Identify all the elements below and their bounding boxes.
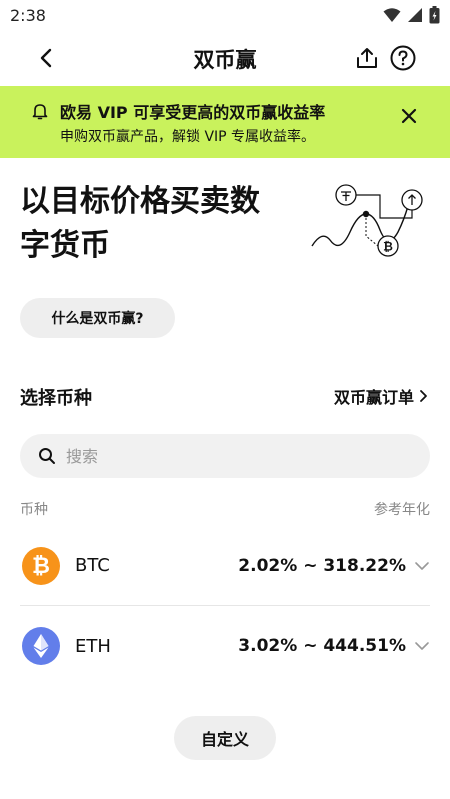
- share-icon: [357, 48, 377, 68]
- banner-title: 欧易 VIP 可享受更高的双币赢收益率: [60, 103, 326, 122]
- battery-icon: [429, 6, 440, 24]
- coin-apr-range: 3.02% ~ 444.51%: [238, 636, 406, 656]
- chevron-right-icon: [420, 390, 427, 402]
- what-is-dual-investment-button[interactable]: 什么是双币赢?: [20, 298, 175, 338]
- help-icon: [390, 45, 416, 71]
- chevron-down-icon: [415, 642, 429, 650]
- custom-button[interactable]: 自定义: [174, 716, 276, 760]
- hero-title: 以目标价格买卖数字货币: [20, 184, 260, 263]
- status-icons: [383, 6, 440, 24]
- coin-row-btc[interactable]: ₿ BTC 2.02% ~ 318.22%: [20, 526, 430, 606]
- column-header-coin: 币种: [20, 502, 48, 518]
- svg-text:₿: ₿: [383, 240, 393, 254]
- help-button[interactable]: [388, 43, 418, 73]
- bitcoin-icon: ₿: [22, 546, 60, 585]
- banner-close-button[interactable]: [396, 103, 422, 129]
- column-header-apr: 参考年化: [374, 502, 430, 518]
- price-chart-illustration: ₿: [311, 184, 423, 257]
- nav-bar: 双币赢: [0, 32, 450, 84]
- vip-banner[interactable]: 欧易 VIP 可享受更高的双币赢收益率 申购双币赢产品，解锁 VIP 专属收益率…: [0, 86, 450, 158]
- close-icon: [401, 108, 417, 124]
- wifi-icon: [383, 8, 401, 22]
- share-button[interactable]: [352, 43, 382, 73]
- coin-symbol: BTC: [75, 555, 110, 576]
- orders-link-label: 双币赢订单: [333, 388, 414, 407]
- status-time: 2:38: [10, 6, 46, 25]
- coin-symbol: ETH: [75, 635, 111, 657]
- search-input[interactable]: [66, 446, 396, 466]
- search-icon: [39, 448, 55, 464]
- coin-apr-range: 2.02% ~ 318.22%: [238, 555, 406, 576]
- coin-row-eth[interactable]: ETH 3.02% ~ 444.51%: [20, 606, 430, 686]
- banner-subtitle: 申购双币赢产品，解锁 VIP 专属收益率。: [60, 129, 316, 145]
- status-bar: 2:38: [0, 0, 450, 32]
- ethereum-icon: [22, 627, 60, 665]
- search-bar[interactable]: [20, 434, 430, 478]
- signal-icon: [408, 8, 422, 22]
- orders-link[interactable]: 双币赢订单: [334, 384, 428, 408]
- bell-icon: [32, 104, 48, 120]
- page-title: 双币赢: [193, 48, 257, 72]
- chevron-down-icon: [415, 561, 429, 570]
- select-coin-heading: 选择币种: [20, 388, 92, 409]
